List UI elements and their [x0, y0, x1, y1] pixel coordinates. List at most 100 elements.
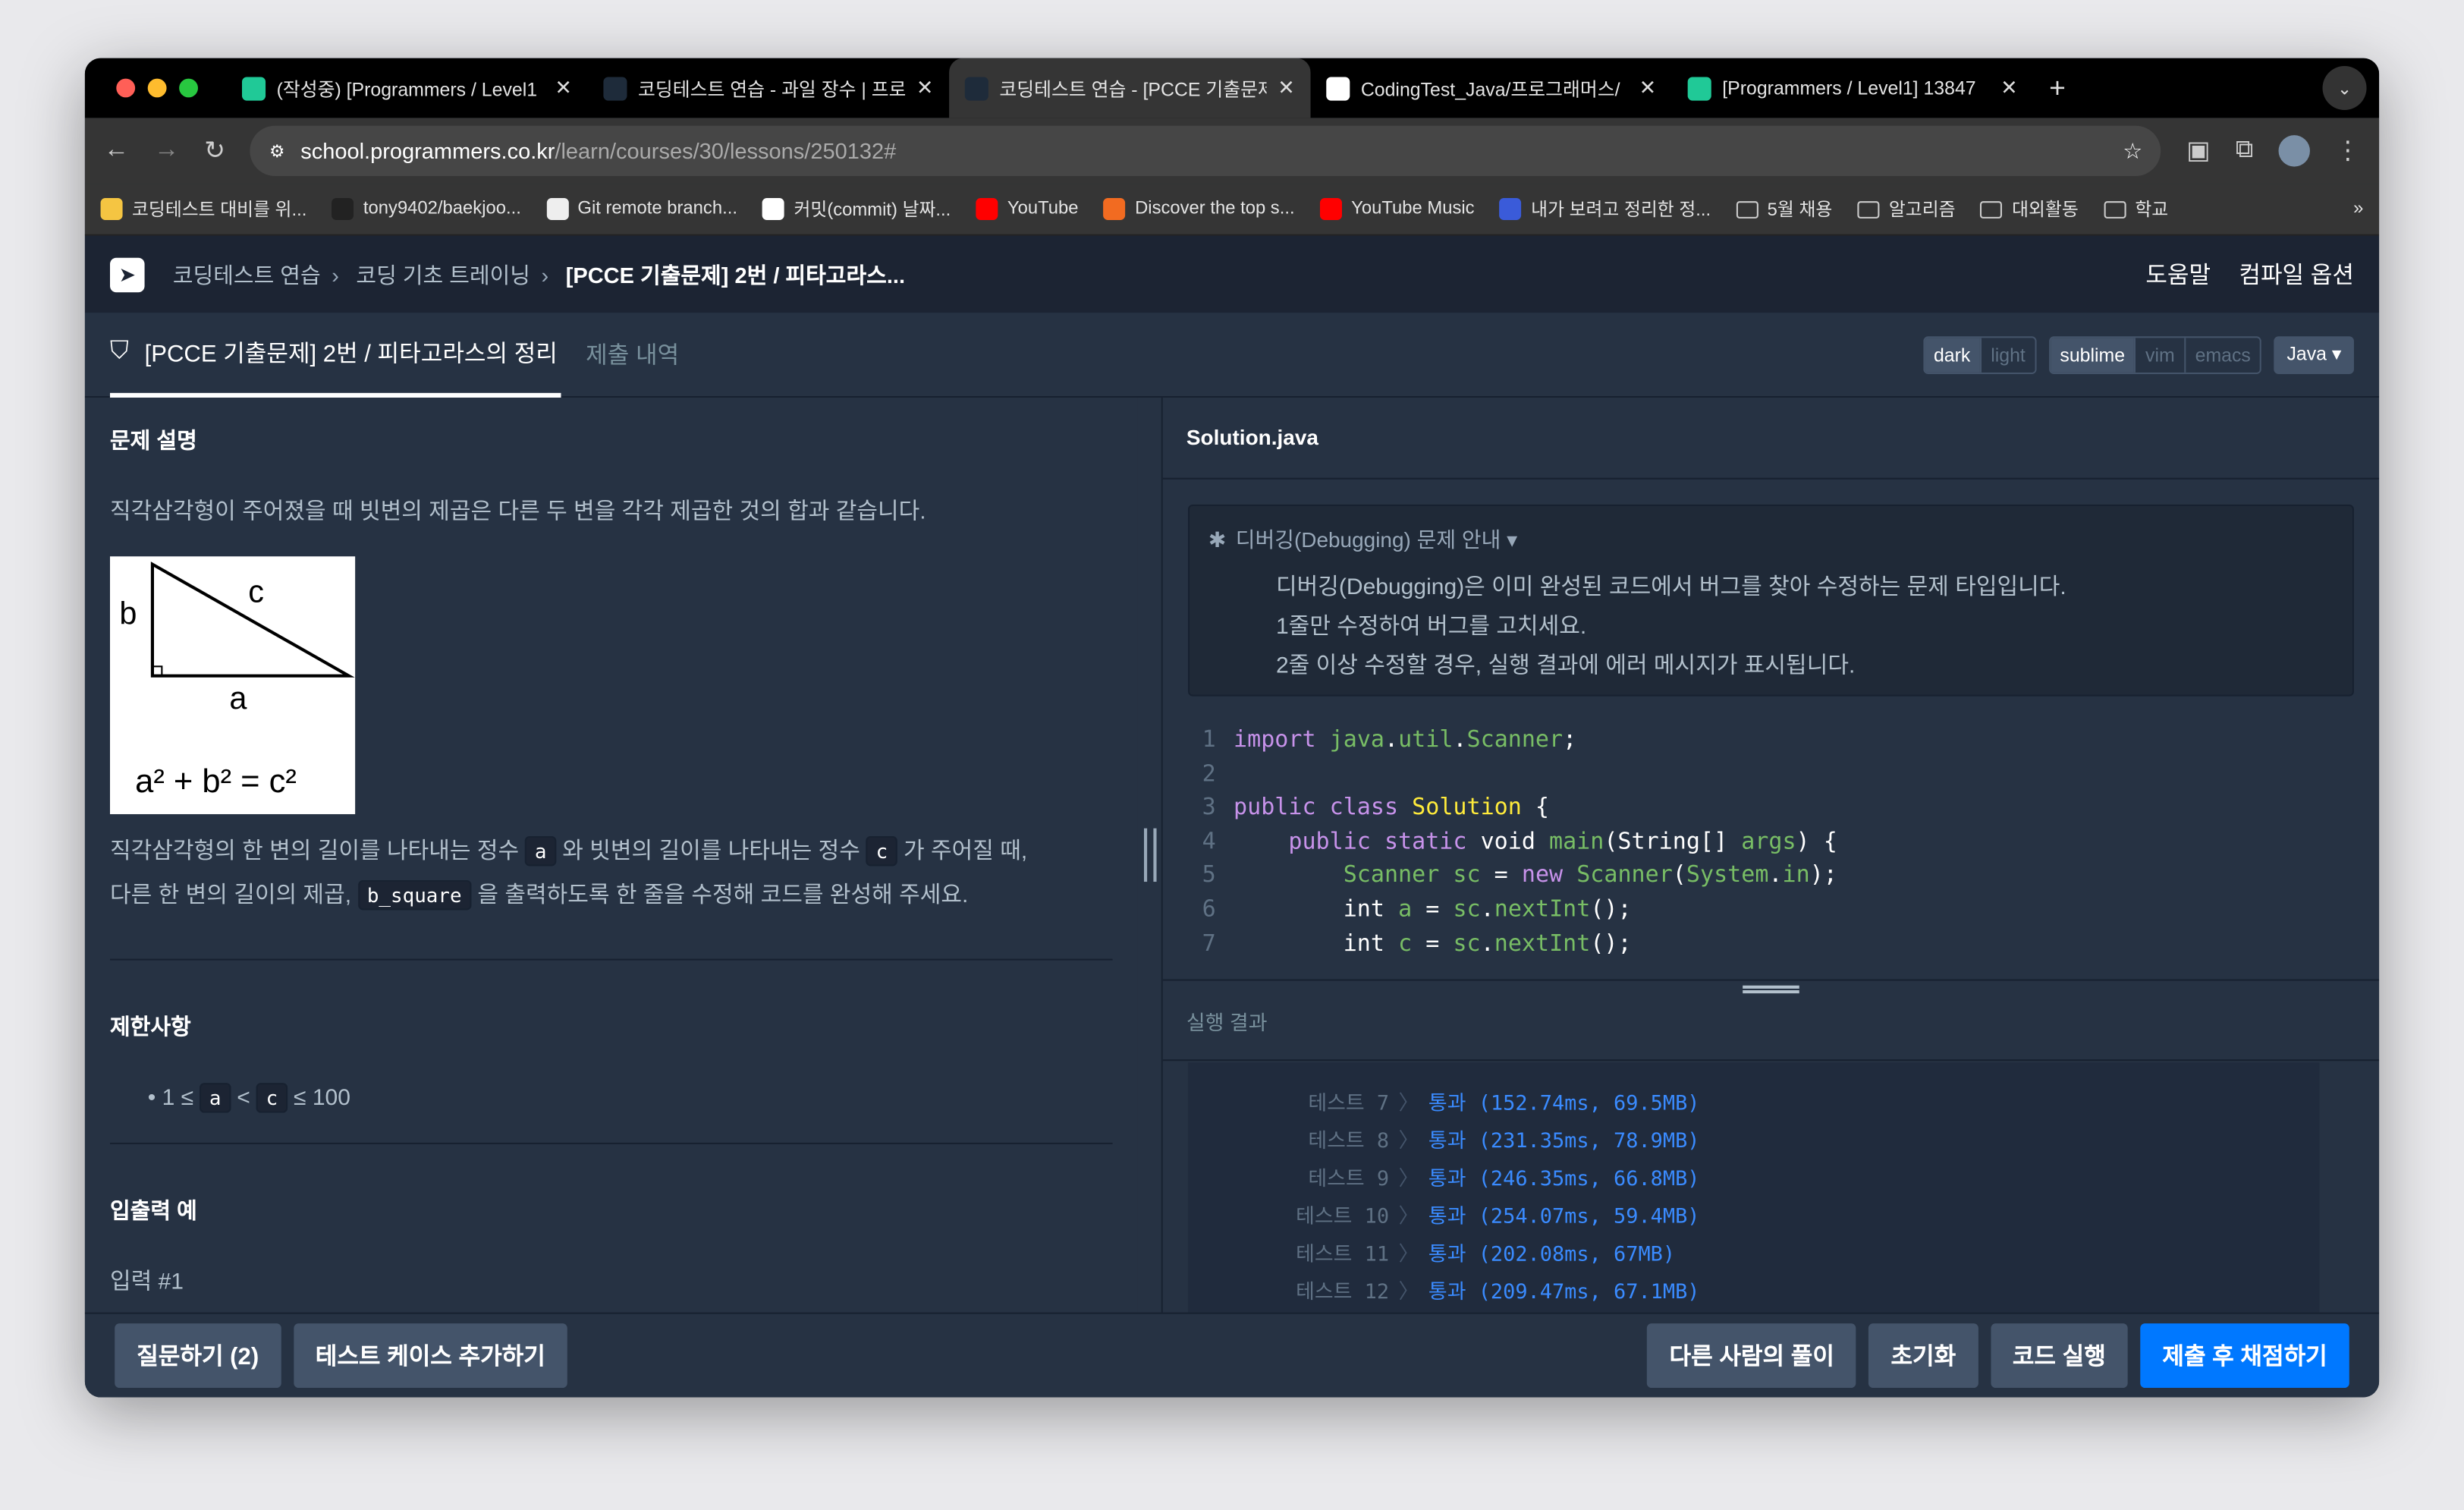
folder-icon	[1736, 200, 1758, 218]
tab-history[interactable]: 제출 내역	[586, 338, 679, 370]
forward-icon[interactable]: →	[154, 137, 179, 165]
close-tab-icon[interactable]: ✕	[2000, 75, 2018, 100]
result-row: 테스트 9 〉 통과 (246.35ms, 66.8MB)	[1308, 1167, 1700, 1191]
compile-options-link[interactable]: 컴파일 옵션	[2239, 258, 2354, 291]
bookmark-favicon	[1319, 197, 1342, 220]
velog-icon	[1687, 76, 1711, 100]
theme-light[interactable]: light	[1979, 337, 2035, 372]
problem-text: 직각삼각형의 한 변의 길이를 나타내는 정수 a 와 빗변의 길이를 나타내는…	[110, 830, 1113, 918]
browser-tab[interactable]: [Programmers / Level1] 13847 ✕	[1672, 58, 2033, 118]
result-row: 테스트 8 〉 통과 (231.35ms, 78.9MB)	[1308, 1129, 1700, 1153]
debugging-info-box: ✱ 디버깅(Debugging) 문제 안내 ▾ 디버깅(Debugging)은 …	[1187, 504, 2354, 697]
result-row: 테스트 12 〉 통과 (209.47ms, 67.1MB)	[1296, 1280, 1700, 1304]
bookmark-item[interactable]: 대외활동	[1980, 197, 2079, 222]
breadcrumb-current: [PCCE 기출문제] 2번 / 피타고라스...	[565, 261, 906, 288]
result-row: 테스트 11 〉 통과 (202.08ms, 67MB)	[1296, 1242, 1676, 1266]
browser-tab[interactable]: 코딩테스트 연습 - [PCCE 기출문제 ✕	[949, 58, 1311, 118]
reading-mode-icon[interactable]: ▣	[2186, 135, 2210, 166]
close-tab-icon[interactable]: ✕	[1639, 75, 1657, 100]
bookmark-item[interactable]: 학교	[2103, 197, 2168, 222]
problem-tabs: ⛉ [PCCE 기출문제] 2번 / 피타고라스의 정리 제출 내역 dark l…	[84, 312, 2380, 398]
theme-dark[interactable]: dark	[1924, 337, 1980, 372]
url-path: /learn/courses/30/lessons/250132#	[555, 138, 897, 164]
keymap-vim[interactable]: vim	[2134, 337, 2185, 372]
reset-button[interactable]: 초기화	[1868, 1323, 1978, 1389]
tab-problem[interactable]: ⛉ [PCCE 기출문제] 2번 / 피타고라스의 정리	[109, 312, 561, 398]
tab-search-icon[interactable]: ⌄	[2322, 65, 2367, 110]
new-tab-button[interactable]: +	[2049, 71, 2066, 104]
bookmark-favicon	[1499, 197, 1522, 220]
github-icon	[1326, 76, 1350, 100]
editor-panel: Solution.java ✱ 디버깅(Debugging) 문제 안내 ▾ 디버…	[1162, 398, 2380, 1313]
question-button[interactable]: 질문하기 (2)	[115, 1323, 281, 1389]
close-tab-icon[interactable]: ✕	[555, 75, 572, 100]
bookmark-item[interactable]: YouTube Music	[1319, 197, 1475, 220]
minimize-window-button[interactable]	[147, 78, 167, 98]
help-link[interactable]: 도움말	[2145, 258, 2211, 291]
folder-icon	[1980, 200, 2003, 218]
app-header: ➤ 코딩테스트 연습 › 코딩 기초 트레이닝 › [PCCE 기출문제] 2번 /…	[84, 235, 2380, 313]
programmers-logo[interactable]: ➤	[109, 256, 145, 292]
browser-tab[interactable]: CodingTest_Java/프로그래머스/✕	[1311, 58, 1672, 118]
code-editor[interactable]: 1 import java.util.Scanner; 2 3 public cla…	[1163, 725, 2379, 962]
results-header: 실행 결과	[1162, 979, 2380, 1062]
constraint: • 1 ≤ a < c ≤ 100	[110, 1077, 1113, 1121]
close-window-button[interactable]	[116, 78, 136, 98]
run-code-button[interactable]: 코드 실행	[1990, 1323, 2128, 1389]
close-tab-icon[interactable]: ✕	[916, 75, 934, 100]
bookmark-item[interactable]: 5월 채용	[1736, 197, 1832, 222]
keymap-sublime[interactable]: sublime	[2050, 337, 2135, 372]
add-testcase-button[interactable]: 테스트 케이스 추가하기	[293, 1323, 567, 1389]
more-bookmarks-icon[interactable]: »	[2353, 200, 2363, 219]
triangle-figure: b c a a² + b² = c²	[109, 556, 356, 814]
io-example-label: 입력 #1	[109, 1269, 184, 1295]
problem-description: 문제 설명 직각삼각형이 주어졌을 때 빗변의 제곱은 다른 두 변을 각각 제…	[84, 398, 1138, 1313]
section-title: 입출력 예	[109, 1197, 197, 1223]
horizontal-resize-handle[interactable]	[1743, 985, 1799, 994]
bookmarks-bar: 코딩테스트 대비를 위... tony9402/baekjoo... Git rem…	[84, 184, 2380, 236]
reload-icon[interactable]: ↻	[204, 135, 225, 166]
bookmark-item[interactable]: 알고리즘	[1857, 197, 1956, 222]
bookmark-item[interactable]: Git remote branch...	[546, 197, 737, 220]
tab-strip: (작성중) [Programmers / Level1 ✕ 코딩테스트 연습 - 과…	[84, 58, 2380, 118]
bookmark-item[interactable]: YouTube	[976, 197, 1078, 220]
bookmark-item[interactable]: 커밋(commit) 날짜...	[762, 197, 951, 222]
velog-icon	[241, 76, 266, 100]
bookmark-item[interactable]: 코딩테스트 대비를 위...	[100, 197, 307, 222]
bookmark-item[interactable]: tony9402/baekjoo...	[332, 197, 521, 220]
debugging-info-toggle[interactable]: ✱ 디버깅(Debugging) 문제 안내 ▾	[1208, 522, 2334, 553]
section-title: 문제 설명	[109, 427, 197, 453]
keymap-emacs[interactable]: emacs	[2184, 337, 2261, 372]
language-select[interactable]: Java ▾	[2274, 335, 2354, 373]
site-settings-icon[interactable]: ⚙	[269, 140, 284, 161]
menu-icon[interactable]: ⋮	[2335, 135, 2360, 166]
bookmark-icon[interactable]: ⛉	[110, 338, 129, 366]
bug-icon: ✱	[1208, 527, 1227, 552]
breadcrumb: 코딩테스트 연습 › 코딩 기초 트레이닝 › [PCCE 기출문제] 2번 / 피…	[172, 261, 906, 288]
results-list: 테스트 7 〉 통과 (152.74ms, 69.5MB) 테스트 8 〉 통과 (231…	[1187, 1062, 2320, 1313]
others-solutions-button[interactable]: 다른 사람의 풀이	[1647, 1323, 1856, 1389]
extensions-icon[interactable]: ⧉	[2236, 137, 2254, 165]
bookmark-favicon	[332, 197, 354, 220]
window-controls	[116, 78, 198, 98]
section-title: 제한사항	[109, 1014, 191, 1040]
vertical-resize-handle[interactable]	[1137, 398, 1163, 1313]
close-tab-icon[interactable]: ✕	[1278, 75, 1295, 100]
bookmark-item[interactable]: Discover the top s...	[1103, 197, 1295, 220]
profile-avatar[interactable]	[2278, 135, 2310, 167]
maximize-window-button[interactable]	[179, 78, 198, 98]
address-bar[interactable]: ⚙ school.programmers.co.kr/learn/courses…	[250, 125, 2162, 176]
bookmark-star-icon[interactable]: ☆	[2123, 137, 2142, 164]
breadcrumb-item[interactable]: 코딩테스트 연습	[173, 262, 321, 287]
intro-text: 직각삼각형이 주어졌을 때 빗변의 제곱은 다른 두 변을 각각 제곱한 것의 …	[109, 499, 926, 525]
bookmark-item[interactable]: 내가 보려고 정리한 정...	[1499, 197, 1711, 222]
url-host: school.programmers.co.kr	[300, 138, 555, 164]
submit-button[interactable]: 제출 후 채점하기	[2140, 1323, 2349, 1389]
browser-tab[interactable]: (작성중) [Programmers / Level1 ✕	[226, 58, 587, 118]
breadcrumb-item[interactable]: 코딩 기초 트레이닝	[356, 262, 530, 287]
bookmark-favicon	[1103, 197, 1126, 220]
browser-tab[interactable]: 코딩테스트 연습 - 과일 장수 | 프로 ✕	[588, 58, 949, 118]
folder-icon	[1857, 200, 1880, 218]
back-icon[interactable]: ←	[104, 137, 129, 165]
bookmark-favicon	[762, 197, 785, 220]
